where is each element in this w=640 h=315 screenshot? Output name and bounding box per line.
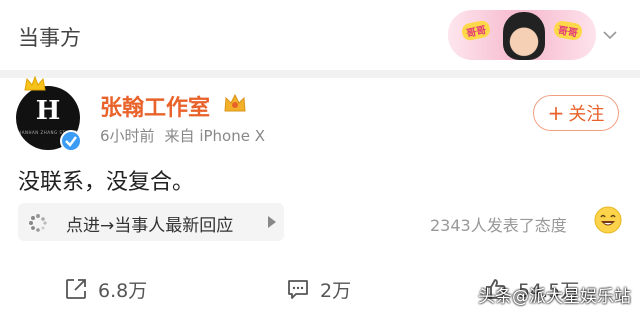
section-divider <box>0 70 640 78</box>
chevron-down-icon[interactable] <box>603 28 617 42</box>
post-meta: 6小时前 来自 iPhone X <box>100 125 265 146</box>
post-time: 6小时前 <box>100 127 155 145</box>
banner-portrait <box>503 12 545 60</box>
avatar-logo-letter: H <box>35 96 61 126</box>
share-icon <box>66 279 86 299</box>
post-source: 来自 iPhone X <box>164 127 265 145</box>
source-watermark: 头条@派大星娱乐站 <box>478 287 631 307</box>
share-count: 6.8万 <box>98 280 148 302</box>
topic-link-card[interactable]: 点进→当事人最新回应 <box>18 203 284 241</box>
follow-button[interactable]: + 关注 <box>533 95 619 131</box>
banner-tag-right: 哥哥 <box>552 19 584 42</box>
chevron-right-icon <box>268 216 276 228</box>
comment-count: 2万 <box>320 280 352 302</box>
post-text: 没联系，没复合。 <box>18 170 195 195</box>
verified-icon <box>60 130 82 152</box>
username[interactable]: 张翰工作室 <box>100 90 210 122</box>
avatar[interactable]: H HANHAN ZHANG STUDIO <box>16 76 82 152</box>
laughing-emoji-icon[interactable] <box>594 206 622 234</box>
loading-dots-icon <box>29 214 47 232</box>
banner-tag-left: 哥哥 <box>460 19 492 42</box>
section-header: 当事方 哥哥 哥哥 <box>0 0 640 70</box>
attitude-count[interactable]: 2343人发表了态度 <box>430 212 567 236</box>
follow-label: 关注 <box>568 104 605 125</box>
decorative-banner[interactable]: 哥哥 哥哥 <box>448 10 596 60</box>
section-title: 当事方 <box>18 26 81 50</box>
plus-icon: + <box>547 101 565 125</box>
topic-link-label: 点进→当事人最新回应 <box>66 216 234 236</box>
vip-crown-icon[interactable] <box>222 90 248 116</box>
crown-icon <box>24 76 46 91</box>
comment-icon <box>288 280 308 299</box>
